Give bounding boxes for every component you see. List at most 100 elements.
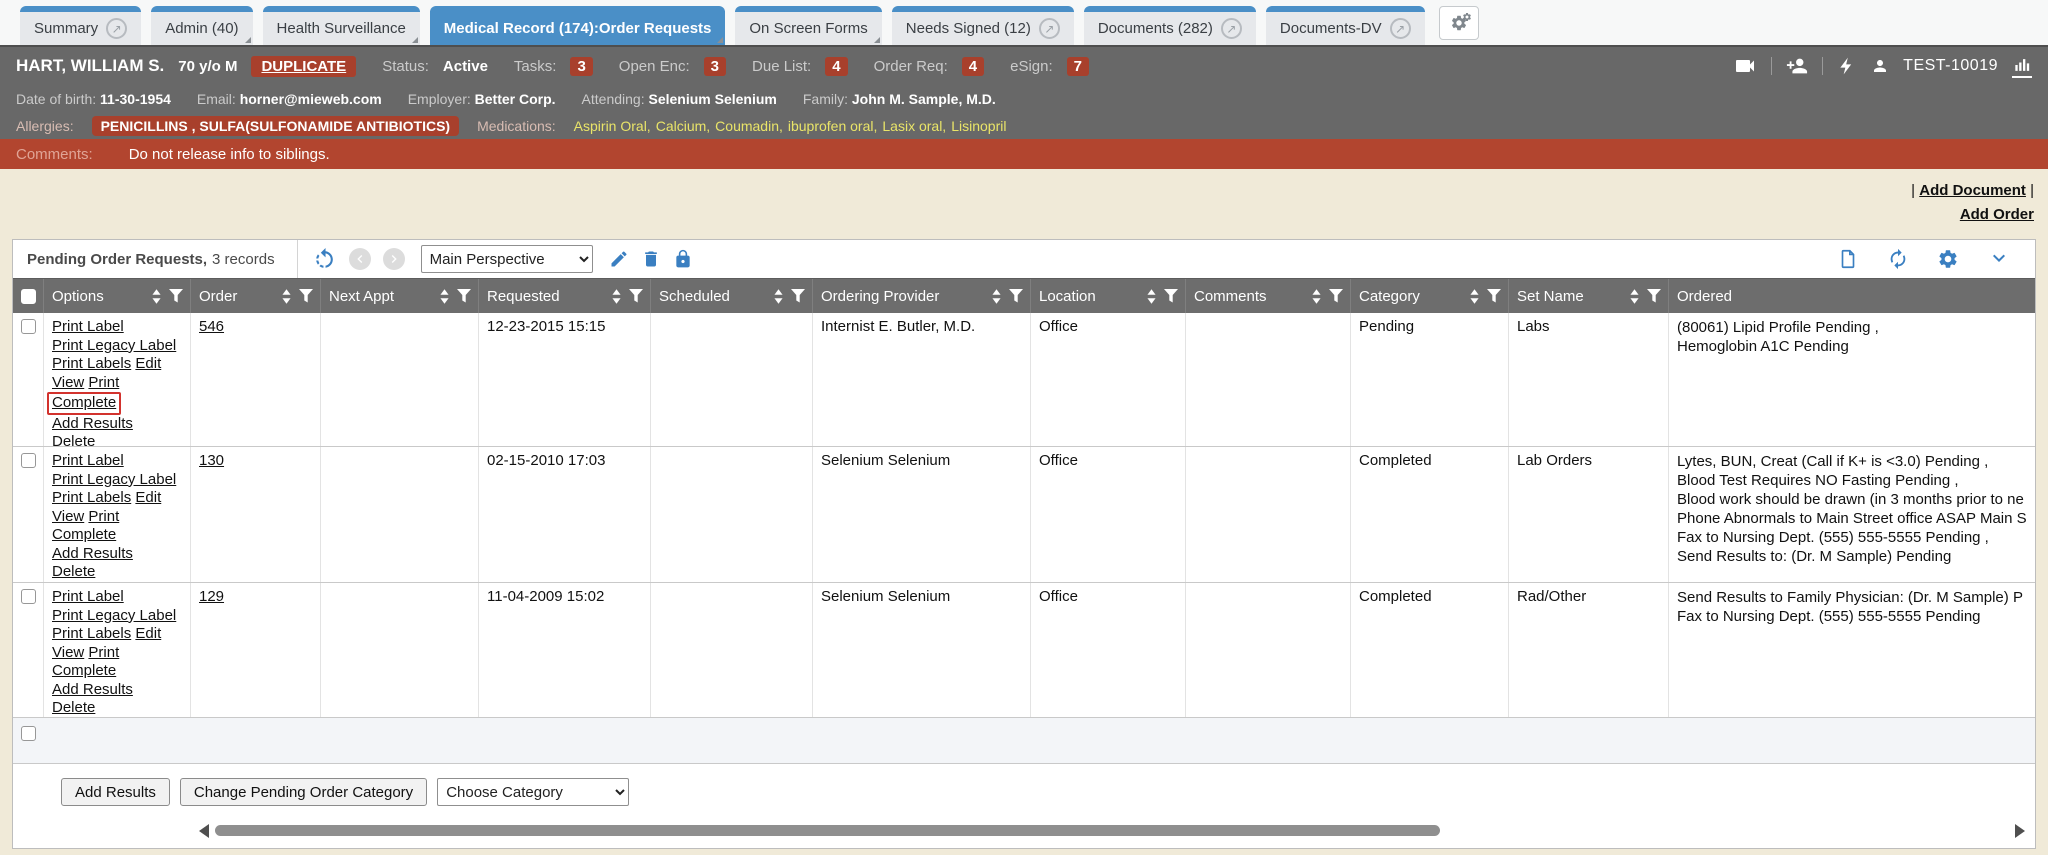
print-link[interactable]: Print bbox=[88, 644, 119, 661]
tab-needs-signed[interactable]: Needs Signed (12) bbox=[892, 6, 1074, 45]
select-all-checkbox[interactable] bbox=[21, 289, 36, 304]
column-header-ordering-provider[interactable]: Ordering Provider bbox=[813, 279, 1031, 313]
external-link-icon[interactable] bbox=[1221, 18, 1242, 39]
column-header-scheduled[interactable]: Scheduled bbox=[651, 279, 813, 313]
medication-link[interactable]: Lasix oral, bbox=[882, 118, 946, 134]
external-link-icon[interactable] bbox=[1390, 18, 1411, 39]
scrollbar-thumb[interactable] bbox=[215, 825, 1440, 836]
add-document-link[interactable]: Add Document bbox=[1919, 182, 2026, 199]
tab-summary[interactable]: Summary bbox=[20, 6, 141, 45]
undo-icon[interactable] bbox=[312, 247, 337, 272]
row-checkbox[interactable] bbox=[21, 319, 36, 334]
medication-link[interactable]: Coumadin, bbox=[715, 118, 783, 134]
refresh-icon[interactable] bbox=[1887, 248, 1909, 270]
cogs-icon[interactable] bbox=[1439, 6, 1479, 40]
add-results-link[interactable]: Add Results bbox=[52, 545, 133, 562]
user-icon[interactable] bbox=[1871, 57, 1889, 75]
comments-bar: Comments: Do not release info to sibling… bbox=[0, 139, 2048, 169]
choose-category-select[interactable]: Choose Category bbox=[437, 778, 629, 806]
column-header-requested[interactable]: Requested bbox=[479, 279, 651, 313]
order-number-link[interactable]: 546 bbox=[199, 318, 224, 335]
print-legacy-label-link[interactable]: Print Legacy Label bbox=[52, 607, 176, 624]
external-link-icon[interactable] bbox=[106, 18, 127, 39]
order-number-link[interactable]: 130 bbox=[199, 452, 224, 469]
tab-on-screen-forms[interactable]: On Screen Forms bbox=[735, 6, 881, 45]
scroll-right-icon[interactable] bbox=[2015, 824, 2025, 838]
comments-cell bbox=[1186, 583, 1351, 717]
delete-link[interactable]: Delete bbox=[52, 699, 95, 716]
bolt-icon[interactable] bbox=[1837, 56, 1857, 76]
medication-link[interactable]: Calcium, bbox=[656, 118, 710, 134]
tab-documents-dv[interactable]: Documents-DV bbox=[1266, 6, 1425, 45]
view-link[interactable]: View bbox=[52, 374, 84, 391]
tab-admin[interactable]: Admin (40) bbox=[151, 6, 252, 45]
gear-icon[interactable] bbox=[1937, 248, 1959, 270]
lock-icon[interactable] bbox=[673, 249, 693, 269]
allergies-badge[interactable]: PENICILLINS , SULFA(SULFONAMIDE ANTIBIOT… bbox=[92, 116, 459, 136]
column-header-order[interactable]: Order bbox=[191, 279, 321, 313]
video-call-icon[interactable] bbox=[1733, 54, 1757, 78]
prev-icon[interactable] bbox=[349, 248, 371, 270]
row-checkbox[interactable] bbox=[21, 453, 36, 468]
edit-icon[interactable] bbox=[609, 249, 629, 269]
bar-chart-icon[interactable] bbox=[2012, 55, 2032, 78]
row-checkbox[interactable] bbox=[21, 726, 36, 741]
next-icon[interactable] bbox=[383, 248, 405, 270]
perspective-select[interactable]: Main Perspective bbox=[421, 245, 593, 273]
print-legacy-label-link[interactable]: Print Legacy Label bbox=[52, 471, 176, 488]
print-link[interactable]: Print bbox=[88, 374, 119, 391]
duplicate-badge[interactable]: DUPLICATE bbox=[251, 56, 356, 77]
view-link[interactable]: View bbox=[52, 644, 84, 661]
print-link[interactable]: Print bbox=[88, 508, 119, 525]
column-header-set-name[interactable]: Set Name bbox=[1509, 279, 1669, 313]
change-pending-order-category-button[interactable]: Change Pending Order Category bbox=[180, 778, 427, 806]
delete-icon[interactable] bbox=[641, 249, 661, 269]
print-label-link[interactable]: Print Label bbox=[52, 318, 124, 335]
print-labels-link[interactable]: Print Labels bbox=[52, 355, 131, 372]
order-number-link[interactable]: 129 bbox=[199, 588, 224, 605]
add-person-icon[interactable] bbox=[1786, 55, 1808, 77]
add-results-link[interactable]: Add Results bbox=[52, 681, 133, 698]
print-labels-link[interactable]: Print Labels bbox=[52, 625, 131, 642]
print-label-link[interactable]: Print Label bbox=[52, 452, 124, 469]
tab-documents[interactable]: Documents (282) bbox=[1084, 6, 1256, 45]
filter-icon bbox=[1487, 289, 1501, 303]
add-results-link[interactable]: Add Results bbox=[52, 415, 133, 432]
column-header-options[interactable]: Options bbox=[44, 279, 191, 313]
patient-age-sex: 70 y/o M bbox=[178, 58, 237, 75]
delete-link[interactable]: Delete bbox=[52, 433, 95, 446]
scroll-left-icon[interactable] bbox=[199, 824, 209, 838]
tab-medical-record-order-requests[interactable]: Medical Record (174):Order Requests bbox=[430, 6, 726, 45]
open-enc-count-badge[interactable]: 3 bbox=[704, 57, 726, 76]
print-labels-link[interactable]: Print Labels bbox=[52, 489, 131, 506]
medication-link[interactable]: ibuprofen oral, bbox=[788, 118, 878, 134]
print-legacy-label-link[interactable]: Print Legacy Label bbox=[52, 337, 176, 354]
print-label-link[interactable]: Print Label bbox=[52, 588, 124, 605]
edit-link[interactable]: Edit bbox=[135, 355, 161, 372]
column-header-next-appt[interactable]: Next Appt bbox=[321, 279, 479, 313]
add-order-link[interactable]: Add Order bbox=[1960, 206, 2034, 223]
medication-link[interactable]: Aspirin Oral, bbox=[574, 118, 651, 134]
row-checkbox[interactable] bbox=[21, 589, 36, 604]
tab-health-surveillance[interactable]: Health Surveillance bbox=[263, 6, 420, 45]
edit-link[interactable]: Edit bbox=[135, 489, 161, 506]
complete-link[interactable]: Complete bbox=[52, 662, 116, 679]
view-link[interactable]: View bbox=[52, 508, 84, 525]
due-list-count-badge[interactable]: 4 bbox=[825, 57, 847, 76]
medication-link[interactable]: Lisinopril bbox=[951, 118, 1006, 134]
column-header-location[interactable]: Location bbox=[1031, 279, 1186, 313]
tasks-count-badge[interactable]: 3 bbox=[570, 57, 592, 76]
column-header-comments[interactable]: Comments bbox=[1186, 279, 1351, 313]
esign-count-badge[interactable]: 7 bbox=[1067, 57, 1089, 76]
new-document-icon[interactable] bbox=[1837, 248, 1859, 270]
complete-link[interactable]: Complete bbox=[52, 526, 116, 543]
collapse-icon[interactable] bbox=[1987, 247, 2011, 271]
external-link-icon[interactable] bbox=[1039, 18, 1060, 39]
column-header-category[interactable]: Category bbox=[1351, 279, 1509, 313]
set-name-cell: Lab Orders bbox=[1509, 447, 1669, 582]
complete-link[interactable]: Complete bbox=[52, 394, 116, 411]
order-req-count-badge[interactable]: 4 bbox=[962, 57, 984, 76]
delete-link[interactable]: Delete bbox=[52, 563, 95, 580]
add-results-button[interactable]: Add Results bbox=[61, 778, 170, 806]
edit-link[interactable]: Edit bbox=[135, 625, 161, 642]
